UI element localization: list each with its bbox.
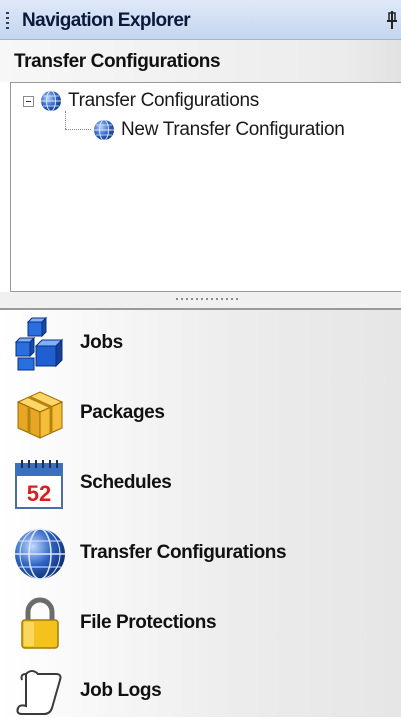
tree-node-root[interactable]: Transfer Configurations [23,88,259,114]
nav-item-transfer-configurations[interactable]: Transfer Configurations [0,520,401,586]
globe-icon [15,528,65,580]
globe-icon [94,119,114,141]
blue-cubes-icon [14,316,64,371]
tree-connector-line [65,129,91,131]
tree-node-child[interactable]: New Transfer Configuration [93,117,345,143]
nav-item-job-logs[interactable]: Job Logs [0,658,401,724]
nav-item-label: Transfer Configurations [80,542,287,563]
splitter-grip-icon [176,298,238,300]
drag-grip-icon[interactable] [6,12,9,30]
calendar-day-number: 52 [27,481,51,506]
panel-title-bar: Navigation Explorer [0,0,401,40]
nav-item-file-protections[interactable]: File Protections [0,590,401,656]
scroll-icon [16,670,62,715]
collapse-icon[interactable] [23,95,34,107]
tree-node-child-label: New Transfer Configuration [121,119,345,140]
nav-item-label: Packages [80,402,165,423]
nav-item-schedules[interactable]: 52 Schedules [0,450,401,516]
package-box-icon [16,391,64,439]
nav-item-label: Job Logs [80,680,162,701]
tree-view[interactable]: Transfer Configurations New Transfer Con… [10,82,401,292]
pin-icon[interactable] [385,10,399,35]
navigation-pane: Jobs Packages 52 Schedules Transfer Conf… [0,310,401,717]
calendar-icon: 52 [15,460,63,509]
nav-item-label: Schedules [80,472,172,493]
nav-item-label: Jobs [80,332,123,353]
pin-icon-glyph [387,11,397,29]
section-header: Transfer Configurations [0,40,401,82]
nav-item-jobs[interactable]: Jobs [0,310,401,376]
section-title: Transfer Configurations [14,51,221,72]
panel-title: Navigation Explorer [22,10,191,31]
nav-item-label: File Protections [80,612,217,633]
padlock-icon [21,597,59,649]
nav-item-packages[interactable]: Packages [0,380,401,446]
tree-node-root-label: Transfer Configurations [68,90,259,111]
pane-splitter[interactable] [0,292,401,310]
tree-connector-line [65,111,67,129]
globe-icon [41,90,61,112]
